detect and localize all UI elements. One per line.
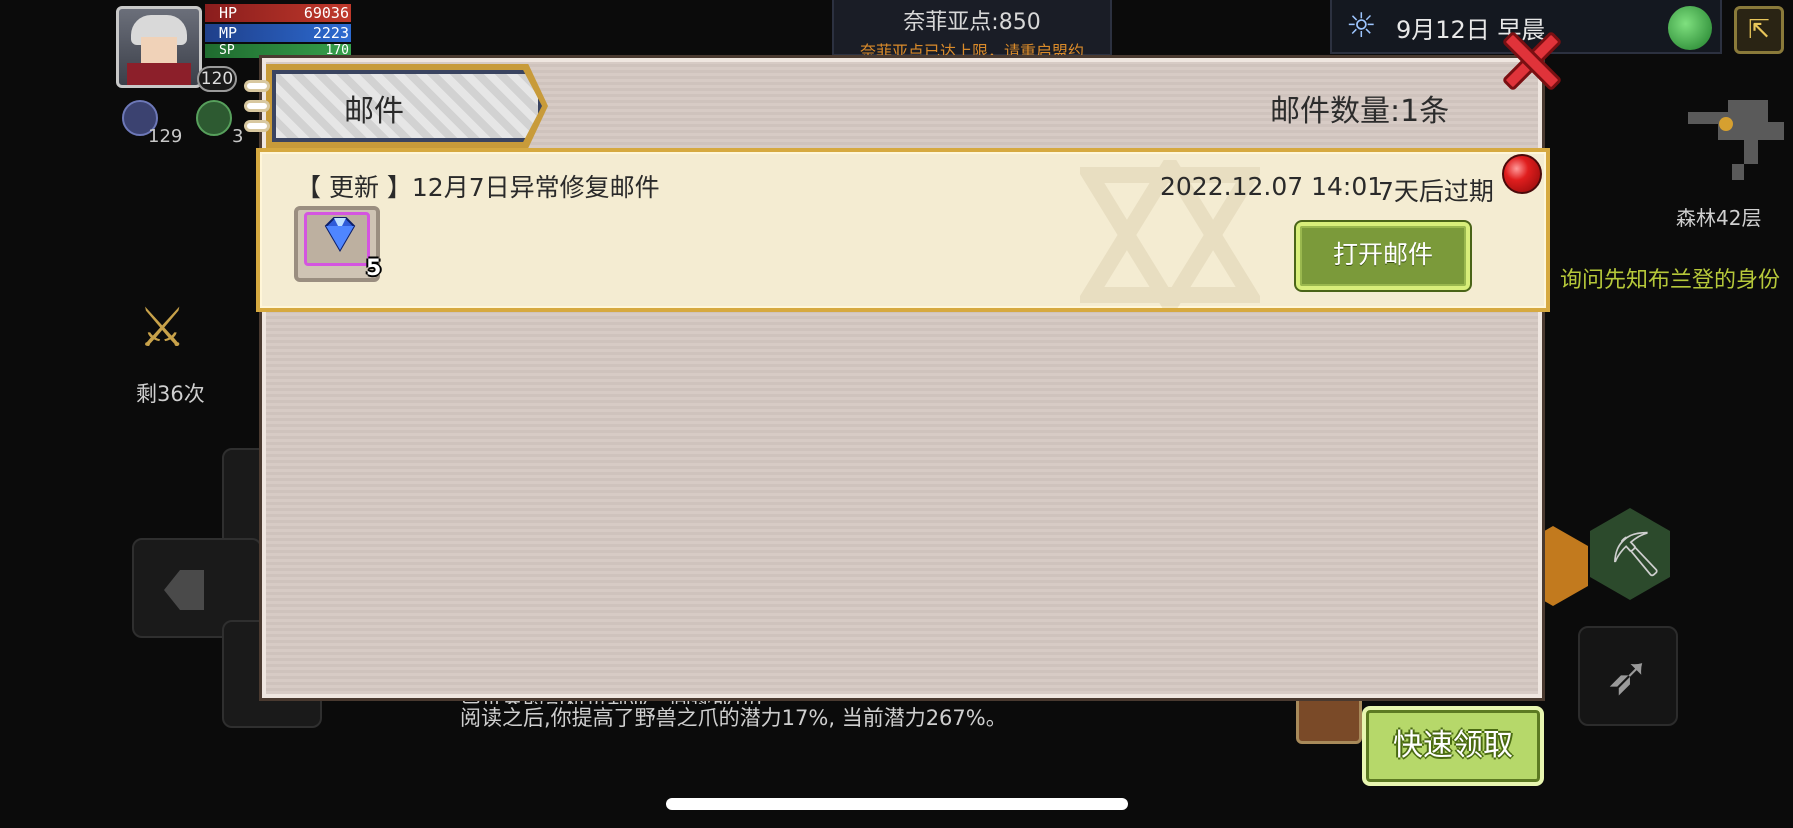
sp-label: SP — [219, 43, 235, 58]
mp-bar: MP 2223 — [205, 24, 351, 42]
quick-claim-button[interactable]: 快速领取 — [1362, 706, 1544, 786]
binder-ring — [244, 80, 270, 92]
home-indicator[interactable] — [666, 798, 1128, 810]
exit-button[interactable]: ⇱ — [1734, 6, 1784, 54]
remaining-count: 剩36次 — [136, 382, 205, 406]
nephia-points: 奈菲亚点:850 — [903, 10, 1041, 35]
floor-label: 森林42层 — [1676, 206, 1762, 230]
crossed-swords-icon[interactable]: ⚔ — [138, 298, 186, 358]
mp-value: 2223 — [312, 24, 349, 42]
sp-value: 170 — [325, 43, 349, 58]
bow-attack-button[interactable]: ➶ — [1578, 626, 1678, 726]
open-mail-button[interactable]: 打开邮件 — [1296, 222, 1470, 290]
resource-b-count: 3 — [232, 126, 244, 147]
minimap[interactable] — [1688, 100, 1784, 180]
hp-value: 69036 — [303, 4, 349, 22]
player-level-badge: 120 — [197, 66, 237, 92]
mail-tab — [272, 70, 542, 142]
quest-tracker[interactable]: 询问先知布兰登的身份 — [1560, 262, 1780, 294]
mail-expire: 7天后过期 — [1378, 177, 1494, 206]
hp-bar: HP 69036 — [205, 4, 351, 22]
sun-icon: ☼ — [1346, 6, 1377, 46]
nephia-points-panel[interactable]: 奈菲亚点:850 奈菲亚点已达上限，请重启盟约 — [832, 0, 1112, 61]
hp-label: HP — [219, 4, 238, 22]
reward-quantity: 5 — [366, 256, 382, 281]
binder-ring — [244, 120, 270, 132]
mp-label: MP — [219, 24, 238, 42]
sp-bar: SP 170 — [205, 44, 351, 58]
bow-icon: ➶ — [1605, 644, 1651, 707]
mail-count: 邮件数量:1条 — [1270, 94, 1450, 129]
network-globe-icon[interactable] — [1668, 6, 1712, 50]
mail-tab-label: 邮件 — [344, 94, 404, 129]
close-button[interactable] — [1500, 30, 1562, 92]
mail-title: 【 更新 】12月7日异常修复邮件 — [296, 173, 660, 202]
pickaxe-hex-button[interactable]: ⛏ — [1590, 508, 1670, 600]
resource-a-count: 129 — [148, 126, 183, 147]
exit-arrow-icon: ⇱ — [1748, 15, 1770, 45]
mail-date: 2022.12.07 14:01 — [1160, 172, 1384, 201]
player-portrait[interactable] — [116, 6, 202, 88]
log-line: 阅读之后,你提高了野兽之爪的潜力17%, 当前潜力267%。 — [460, 706, 1007, 730]
unread-indicator-icon — [1502, 154, 1542, 194]
paw-resource-icon[interactable] — [196, 100, 232, 136]
chest-icon[interactable] — [1296, 694, 1362, 744]
blue-gem-icon — [324, 217, 356, 252]
pickaxe-icon: ⛏ — [1608, 529, 1664, 580]
binder-ring — [244, 100, 270, 112]
